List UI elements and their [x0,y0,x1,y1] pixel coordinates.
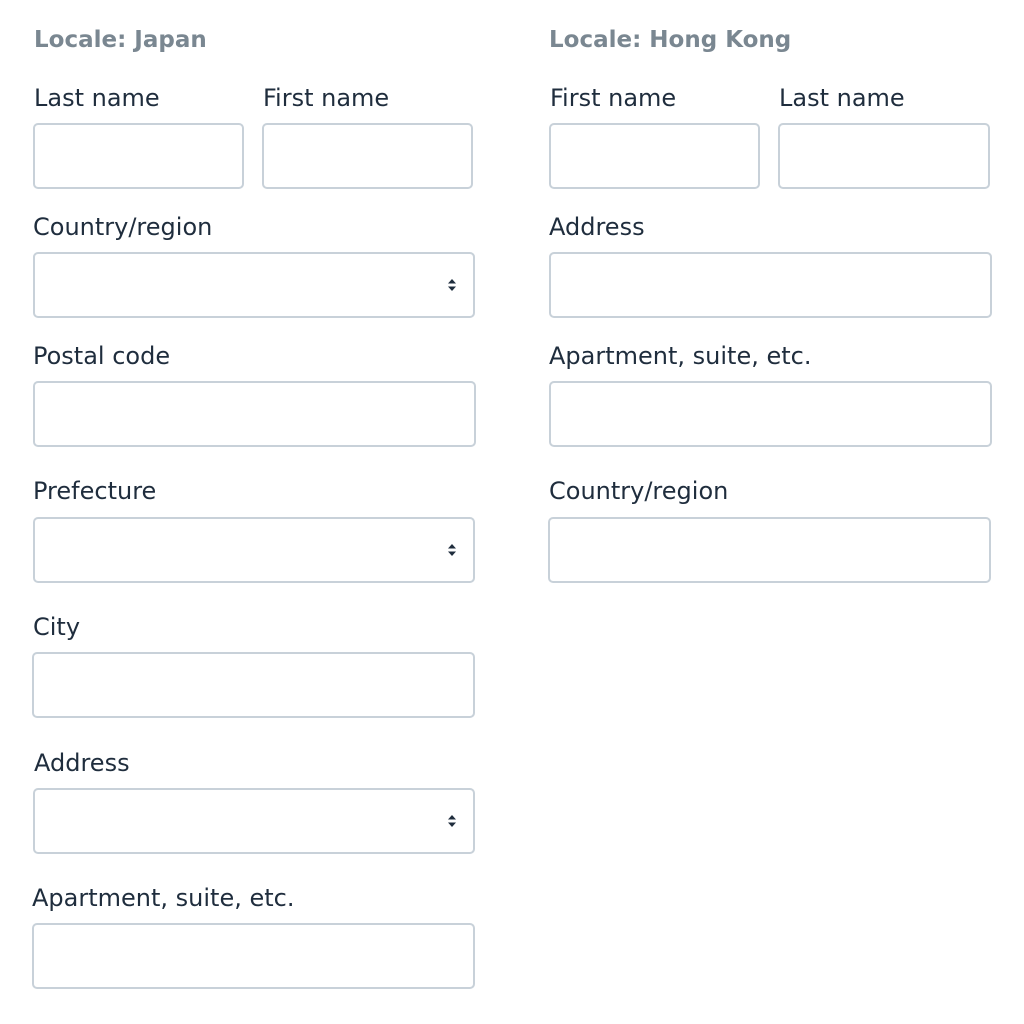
japan-first-name-input[interactable] [262,123,473,189]
hong-kong-last-name-input[interactable] [778,123,990,189]
japan-country-label: Country/region [33,213,213,241]
japan-apartment-input[interactable] [32,923,475,989]
hong-kong-apartment-label: Apartment, suite, etc. [549,342,812,370]
chevron-up-down-icon [447,277,457,293]
japan-country-select[interactable] [33,252,475,318]
chevron-up-down-icon [447,813,457,829]
hong-kong-heading: Locale: Hong Kong [549,27,792,53]
hong-kong-country-input[interactable] [548,517,991,583]
japan-first-name-label: First name [263,84,390,112]
japan-last-name-label: Last name [34,84,160,112]
japan-address-select[interactable] [33,788,475,854]
japan-last-name-input[interactable] [33,123,244,189]
hong-kong-first-name-label: First name [550,84,677,112]
japan-postal-code-label: Postal code [33,342,171,370]
hong-kong-country-label: Country/region [549,477,729,505]
japan-postal-code-input[interactable] [33,381,476,447]
japan-address-label: Address [34,749,130,777]
chevron-up-down-icon [447,542,457,558]
hong-kong-apartment-input[interactable] [549,381,992,447]
hong-kong-first-name-input[interactable] [549,123,760,189]
japan-heading: Locale: Japan [34,27,207,53]
hong-kong-last-name-label: Last name [779,84,905,112]
japan-prefecture-label: Prefecture [33,477,157,505]
japan-city-label: City [33,613,81,641]
japan-apartment-label: Apartment, suite, etc. [32,884,295,912]
japan-prefecture-select[interactable] [33,517,475,583]
japan-city-input[interactable] [32,652,475,718]
hong-kong-address-label: Address [549,213,645,241]
hong-kong-address-input[interactable] [549,252,992,318]
